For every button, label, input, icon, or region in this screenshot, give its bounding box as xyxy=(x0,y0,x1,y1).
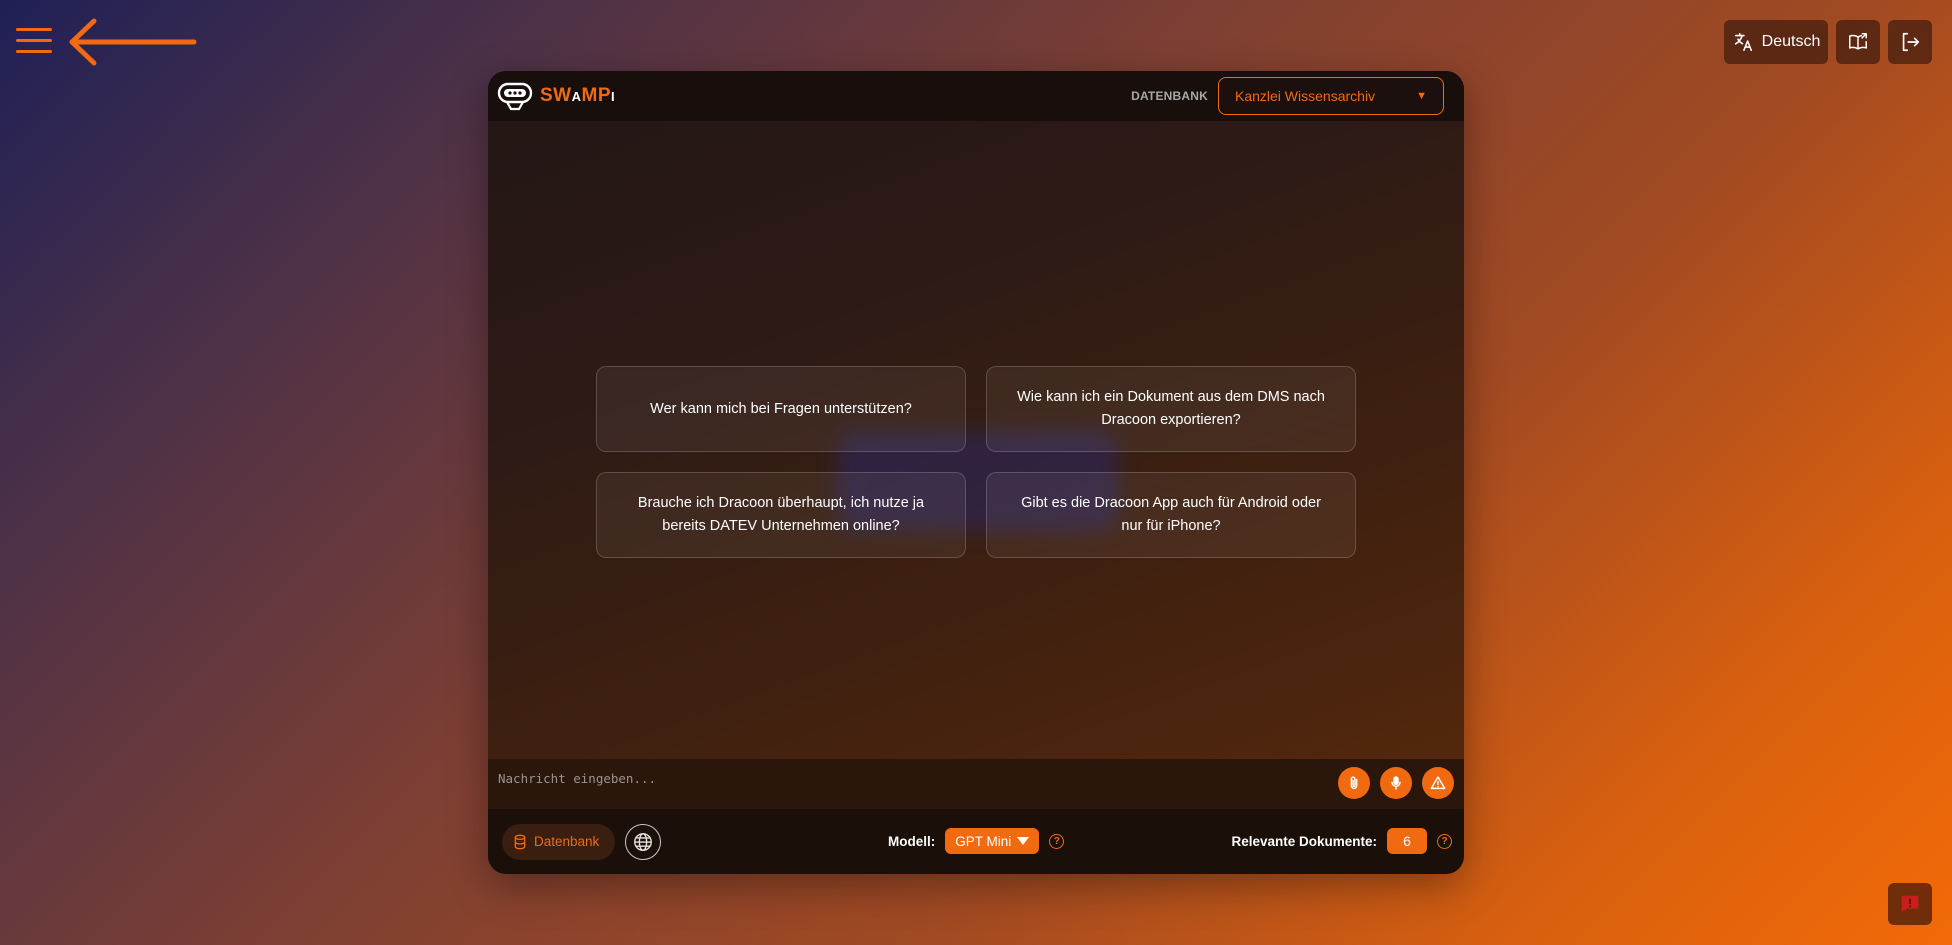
model-group: Modell: GPT Mini ? xyxy=(888,828,1065,854)
relevant-docs-label: Relevante Dokumente: xyxy=(1231,833,1377,849)
chat-header: SWAMPI DATENBANK Kanzlei Wissensarchiv ▼ xyxy=(488,71,1464,121)
logo: SWAMPI xyxy=(496,80,615,112)
caret-down-icon: ▼ xyxy=(1416,90,1427,102)
model-select[interactable]: GPT Mini xyxy=(945,828,1040,854)
warning-button[interactable] xyxy=(1422,767,1454,799)
docs-button[interactable] xyxy=(1836,20,1880,64)
model-label: Modell: xyxy=(888,833,936,849)
relevant-docs-group: Relevante Dokumente: 6 ? xyxy=(1231,828,1452,854)
globe-icon xyxy=(634,832,653,851)
chat-card: SWAMPI DATENBANK Kanzlei Wissensarchiv ▼… xyxy=(488,71,1464,874)
database-toggle-label: Datenbank xyxy=(534,834,600,849)
database-toggle[interactable]: Datenbank xyxy=(502,823,616,860)
microphone-icon xyxy=(1391,776,1401,790)
web-search-toggle[interactable] xyxy=(625,823,662,860)
microphone-button[interactable] xyxy=(1380,767,1412,799)
caret-down-icon xyxy=(1017,837,1030,845)
suggestion-card[interactable]: Wie kann ich ein Dokument aus dem DMS na… xyxy=(986,366,1356,452)
suggestion-card[interactable]: Wer kann mich bei Fragen unterstützen? xyxy=(596,366,966,452)
feedback-button[interactable] xyxy=(1888,883,1932,925)
database-label: DATENBANK xyxy=(1131,89,1208,103)
hamburger-icon[interactable] xyxy=(16,28,52,56)
relevant-docs-input[interactable]: 6 xyxy=(1387,828,1427,854)
chat-footer: Datenbank Modell: GPT Mini ? Relevante D… xyxy=(488,809,1464,874)
warning-icon xyxy=(1430,776,1446,790)
logo-text: SWAMPI xyxy=(540,85,616,106)
suggestion-card[interactable]: Brauche ich Dracoon überhaupt, ich nutze… xyxy=(596,472,966,558)
attach-button[interactable] xyxy=(1338,767,1370,799)
top-right-toolbar: Deutsch xyxy=(1724,20,1932,64)
message-input-bar xyxy=(488,759,1464,809)
language-button[interactable]: Deutsch xyxy=(1724,20,1828,64)
suggestion-grid: Wer kann mich bei Fragen unterstützen? W… xyxy=(596,366,1356,558)
feedback-icon xyxy=(1901,895,1919,913)
language-label: Deutsch xyxy=(1761,33,1821,50)
logout-icon xyxy=(1902,32,1920,52)
message-input[interactable] xyxy=(488,759,1464,798)
model-help-icon[interactable]: ? xyxy=(1049,833,1065,849)
database-icon xyxy=(514,834,526,849)
model-selected-value: GPT Mini xyxy=(955,833,1012,849)
paperclip-icon xyxy=(1350,776,1358,789)
translate-icon xyxy=(1734,32,1752,52)
arrow-left-icon[interactable] xyxy=(64,18,198,66)
database-selected-value: Kanzlei Wissensarchiv xyxy=(1235,88,1376,104)
logout-button[interactable] xyxy=(1888,20,1932,64)
app-frame: Deutsch SWAMPI DATENBANK Kanzlei Wissens… xyxy=(0,0,1952,945)
open-book-icon xyxy=(1849,33,1867,50)
robot-icon xyxy=(497,82,533,111)
suggestion-card[interactable]: Gibt es die Dracoon App auch für Android… xyxy=(986,472,1356,558)
input-actions xyxy=(1338,767,1454,799)
relevant-docs-help-icon[interactable]: ? xyxy=(1437,833,1452,849)
database-select[interactable]: Kanzlei Wissensarchiv ▼ xyxy=(1218,77,1444,115)
